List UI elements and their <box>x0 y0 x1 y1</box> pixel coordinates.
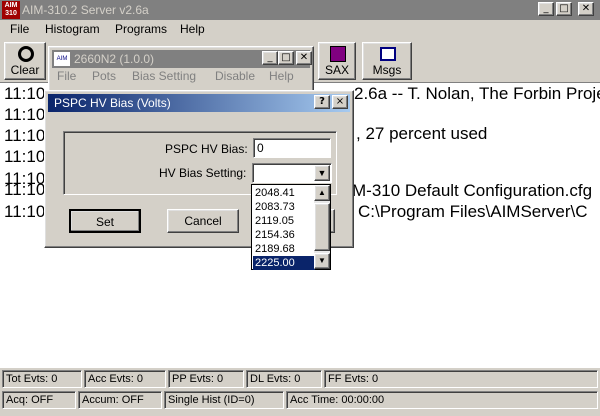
log-time: 11:10 <box>4 202 46 221</box>
dropdown-scrollbar[interactable]: ▲ ▼ <box>314 185 330 269</box>
log-time: 11:10 <box>4 126 46 145</box>
clear-button[interactable]: Clear <box>4 42 46 80</box>
scroll-down-icon[interactable]: ▼ <box>314 253 330 269</box>
log-text: , 27 percent used <box>356 124 488 143</box>
window-title: AIM-310.2 Server v2.6a <box>22 3 149 17</box>
module-menu-help[interactable]: Help <box>269 69 294 83</box>
hv-setting-label: HV Bias Setting: <box>159 166 247 180</box>
module-menu-file[interactable]: File <box>57 69 76 83</box>
module-title: 2660N2 (1.0.0) <box>74 52 155 66</box>
log-text: C:\Program Files\AIMServer\C <box>358 202 588 221</box>
hv-bias-input[interactable]: 0 <box>253 138 331 158</box>
scroll-thumb[interactable] <box>314 203 330 251</box>
menu-programs[interactable]: Programs <box>115 22 167 36</box>
help-icon[interactable]: ? <box>314 95 330 109</box>
log-time: 11:10 <box>4 180 46 199</box>
option-item[interactable]: 2189.68 <box>253 242 315 256</box>
hv-setting-dropdown[interactable]: ▼ <box>252 163 332 183</box>
status-acc-time: Acc Time: 00:00:00 <box>286 391 598 409</box>
main-title-bar[interactable]: AIM 310 AIM-310.2 Server v2.6a _ □ ✕ <box>0 0 600 20</box>
menu-help[interactable]: Help <box>180 22 205 36</box>
menu-histogram[interactable]: Histogram <box>45 22 100 36</box>
minimize-icon[interactable]: _ <box>262 51 278 65</box>
msgs-button[interactable]: Msgs <box>362 42 412 80</box>
status-dl-evts: DL Evts: 0 <box>246 370 322 388</box>
log-time: 11:10 <box>4 105 46 124</box>
scroll-up-icon[interactable]: ▲ <box>314 185 330 201</box>
hv-bias-label: PSPC HV Bias: <box>165 142 248 156</box>
module-window[interactable]: AIM 2660N2 (1.0.0) _ □ ✕ File Pots Bias … <box>48 46 314 92</box>
status-ff-evts: FF Evts: 0 <box>324 370 598 388</box>
module-menu-pots[interactable]: Pots <box>92 69 116 83</box>
module-icon: AIM <box>54 52 70 66</box>
status-tot-evts: Tot Evts: 0 <box>2 370 82 388</box>
app-icon: AIM 310 <box>2 1 20 19</box>
cancel-button[interactable]: Cancel <box>167 209 239 233</box>
clear-icon <box>18 46 34 62</box>
menu-file[interactable]: File <box>10 22 29 36</box>
log-time: 11:10 <box>4 84 46 103</box>
dialog-title: PSPC HV Bias (Volts) <box>54 96 171 110</box>
option-item[interactable]: 2119.05 <box>253 214 315 228</box>
module-menu-disable[interactable]: Disable <box>215 69 255 83</box>
status-accum: Accum: OFF <box>78 391 162 409</box>
log-text: M-310 Default Configuration.cfg <box>352 181 593 200</box>
status-acc-evts: Acc Evts: 0 <box>84 370 166 388</box>
maximize-icon[interactable]: □ <box>556 2 572 16</box>
msgs-icon <box>380 47 396 61</box>
close-icon[interactable]: × <box>332 95 348 109</box>
module-title-bar[interactable]: AIM 2660N2 (1.0.0) _ □ ✕ <box>52 50 312 68</box>
dialog-title-bar[interactable]: PSPC HV Bias (Volts) ? × <box>48 94 350 112</box>
sax-button[interactable]: SAX <box>318 42 356 80</box>
close-icon[interactable]: ✕ <box>578 2 594 16</box>
option-item[interactable]: 2083.73 <box>253 200 315 214</box>
minimize-icon[interactable]: _ <box>538 2 554 16</box>
log-time: 11:10 <box>4 147 46 166</box>
close-icon[interactable]: ✕ <box>296 51 312 65</box>
option-item-selected[interactable]: 2225.00 <box>253 256 315 270</box>
set-button[interactable]: Set <box>69 209 141 233</box>
menubar: File Histogram Programs Help <box>0 20 600 40</box>
option-item[interactable]: 2048.41 <box>253 186 315 200</box>
sax-icon <box>330 46 346 62</box>
maximize-icon[interactable]: □ <box>278 51 294 65</box>
status-single-hist: Single Hist (ID=0) <box>164 391 284 409</box>
hv-setting-options[interactable]: 2048.41 2083.73 2119.05 2154.36 2189.68 … <box>251 184 331 270</box>
status-acq: Acq: OFF <box>2 391 76 409</box>
option-item[interactable]: 2154.36 <box>253 228 315 242</box>
chevron-down-icon[interactable]: ▼ <box>314 165 330 181</box>
module-menu-bias-setting[interactable]: Bias Setting <box>132 69 196 83</box>
log-text: 2.6a -- T. Nolan, The Forbin Projec <box>354 84 600 103</box>
status-pp-evts: PP Evts: 0 <box>168 370 244 388</box>
